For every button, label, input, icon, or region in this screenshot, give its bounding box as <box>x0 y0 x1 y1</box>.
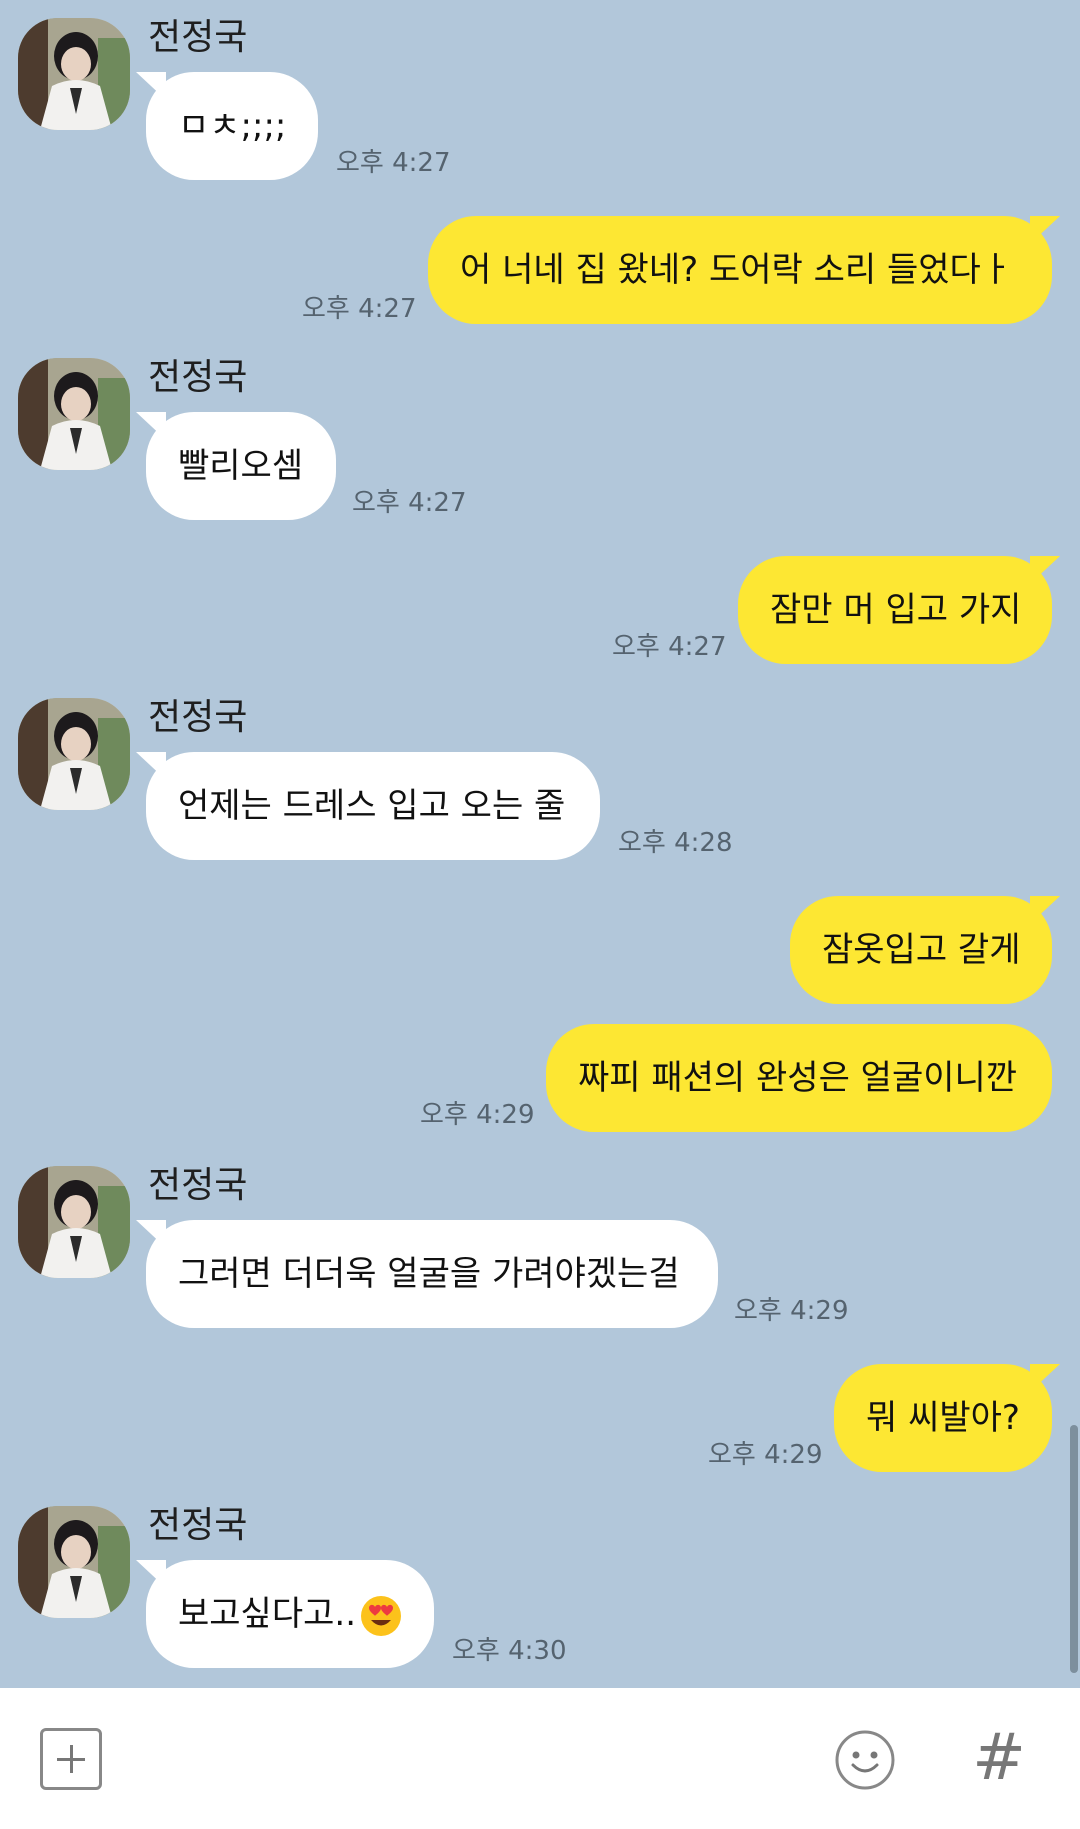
heart-eyes-emoji-icon <box>361 1595 402 1636</box>
contact-avatar[interactable] <box>18 18 130 130</box>
message-time: 오후 4:27 <box>352 488 467 518</box>
contact-avatar[interactable] <box>18 1166 130 1278</box>
message-text: 보고싶다고.. <box>178 1594 357 1634</box>
hash-icon[interactable]: # <box>972 1722 1026 1794</box>
message-bubble-incoming[interactable]: 보고싶다고.. <box>146 1560 434 1668</box>
message-time: 오후 4:29 <box>420 1100 535 1130</box>
message-time: 오후 4:28 <box>618 828 733 858</box>
contact-avatar[interactable] <box>18 358 130 470</box>
message-time: 오후 4:30 <box>452 1636 567 1666</box>
message-bubble-outgoing[interactable]: 짜피 패션의 완성은 얼굴이니깐 <box>546 1024 1052 1132</box>
message-time: 오후 4:27 <box>336 148 451 178</box>
message-bubble-incoming[interactable]: 언제는 드레스 입고 오는 줄 <box>146 752 600 860</box>
message-bubble-incoming[interactable]: ㅁㅊ;;;; <box>146 72 318 180</box>
chat-area[interactable]: 전정국 ㅁㅊ;;;; 오후 4:27 어 너네 집 왔네? 도어락 소리 들었다… <box>0 0 1080 1688</box>
message-bubble-incoming[interactable]: 그러면 더더욱 얼굴을 가려야겠는걸 <box>146 1220 718 1328</box>
scrollbar[interactable] <box>1070 1425 1078 1673</box>
message-bubble-outgoing[interactable]: 잠옷입고 갈게 <box>790 896 1052 1004</box>
plus-icon[interactable] <box>40 1728 102 1790</box>
contact-avatar[interactable] <box>18 1506 130 1618</box>
emoji-icon[interactable] <box>834 1729 896 1791</box>
message-input-bar: # <box>0 1688 1080 1829</box>
message-time: 오후 4:29 <box>734 1296 849 1326</box>
message-time: 오후 4:27 <box>612 632 727 662</box>
contact-avatar[interactable] <box>18 698 130 810</box>
contact-name: 전정국 <box>148 17 248 58</box>
contact-name: 전정국 <box>148 1505 248 1546</box>
contact-name: 전정국 <box>148 1165 248 1206</box>
message-bubble-outgoing[interactable]: 어 너네 집 왔네? 도어락 소리 들었다ㅏ <box>428 216 1052 324</box>
contact-name: 전정국 <box>148 697 248 738</box>
message-bubble-outgoing[interactable]: 뭐 씨발아? <box>834 1364 1052 1472</box>
message-time: 오후 4:27 <box>302 294 417 324</box>
message-time: 오후 4:29 <box>708 1440 823 1470</box>
message-bubble-outgoing[interactable]: 잠만 머 입고 가지 <box>738 556 1052 664</box>
contact-name: 전정국 <box>148 357 248 398</box>
message-bubble-incoming[interactable]: 빨리오셈 <box>146 412 336 520</box>
